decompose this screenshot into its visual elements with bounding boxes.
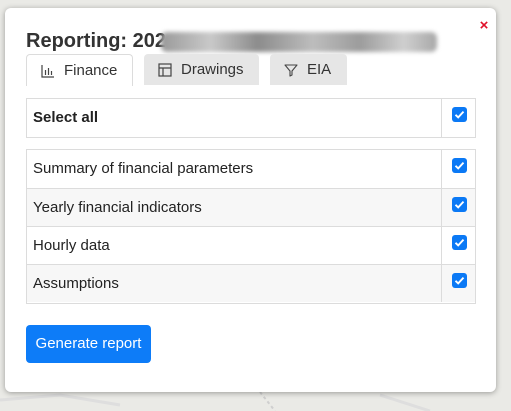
tab-eia-label: EIA (307, 61, 332, 78)
report-item-label: Yearly financial indicators (33, 199, 202, 216)
generate-report-button[interactable]: Generate report (26, 325, 151, 363)
select-all-cell (441, 99, 475, 137)
report-item-label: Assumptions (33, 275, 119, 292)
select-all-table: Select all (26, 98, 476, 138)
table-grid-icon (158, 62, 172, 77)
tab-drawings[interactable]: Drawings (144, 54, 259, 85)
report-item-label: Hourly data (33, 237, 110, 254)
filter-funnel-icon (284, 63, 298, 77)
bar-chart-icon (41, 64, 55, 78)
table-row[interactable]: Yearly financial indicators (27, 188, 475, 226)
report-item-checkbox[interactable] (452, 273, 467, 288)
tab-eia[interactable]: EIA (270, 54, 347, 85)
reporting-dialog: × Reporting: 202 Finance Drawings EIA Se… (5, 8, 496, 392)
checkbox-cell (441, 265, 475, 302)
dialog-title: Reporting: 202 (26, 30, 167, 52)
checkbox-cell (441, 150, 475, 188)
table-row[interactable]: Hourly data (27, 226, 475, 264)
tab-finance[interactable]: Finance (26, 54, 133, 86)
report-item-label: Summary of financial parameters (33, 160, 254, 177)
report-item-checkbox[interactable] (452, 197, 467, 212)
report-item-checkbox[interactable] (452, 235, 467, 250)
close-button[interactable]: × (476, 18, 492, 34)
table-row[interactable]: Assumptions (27, 264, 475, 302)
tab-finance-label: Finance (64, 62, 118, 79)
redacted-title-text (161, 32, 437, 52)
table-row[interactable]: Summary of financial parameters (27, 150, 475, 188)
select-all-label: Select all (33, 109, 99, 126)
checkbox-cell (441, 189, 475, 226)
select-all-checkbox[interactable] (452, 107, 467, 122)
select-all-row[interactable]: Select all (27, 99, 475, 137)
report-item-checkbox[interactable] (452, 158, 467, 173)
report-items-table: Summary of financial parameters Yearly f… (26, 149, 476, 304)
checkbox-cell (441, 227, 475, 264)
tab-drawings-label: Drawings (181, 61, 244, 78)
